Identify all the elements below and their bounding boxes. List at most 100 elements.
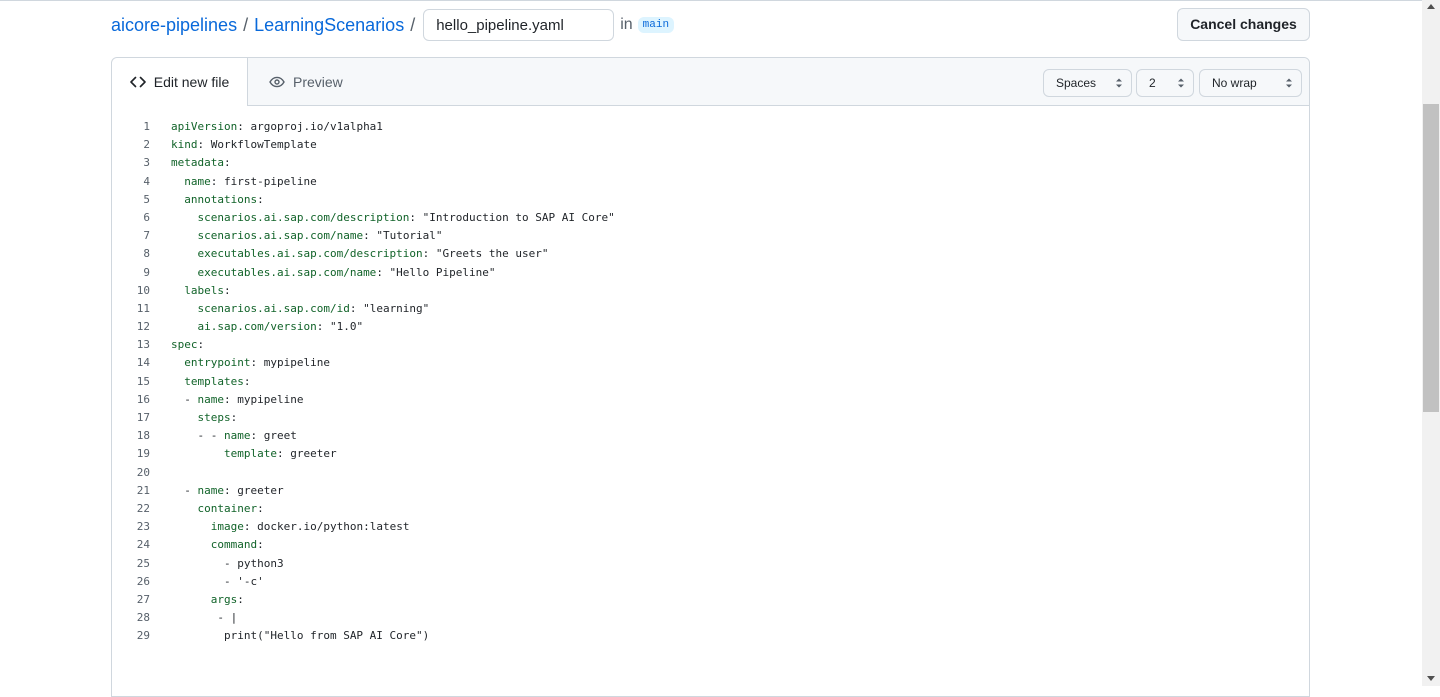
line-number: 4 [143, 174, 150, 188]
eye-icon [269, 74, 285, 90]
yaml-key: args [210, 592, 238, 606]
code-line[interactable]: 26 - '-c' [112, 573, 1309, 591]
line-number: 13 [136, 338, 150, 352]
yaml-value: : [257, 501, 264, 515]
line-number: 23 [136, 520, 150, 534]
yaml-value: : argoproj.io/v1alpha1 [237, 120, 383, 133]
indent-size-select[interactable]: 2 [1136, 69, 1194, 97]
code-line[interactable]: 5 annotations: [112, 191, 1309, 209]
code-line[interactable]: 4 name: first-pipeline [112, 173, 1309, 191]
yaml-value: : mypipeline [224, 392, 304, 406]
line-number: 21 [136, 483, 150, 497]
scrollbar-thumb[interactable] [1423, 104, 1439, 412]
code-text: args: [171, 591, 244, 609]
yaml-value: : [237, 592, 244, 606]
code-line[interactable]: 18 - - name: greet [112, 427, 1309, 445]
yaml-key: template [223, 447, 277, 461]
line-number: 10 [136, 283, 150, 297]
yaml-value: : "learning" [349, 301, 430, 315]
code-line[interactable]: 17 steps: [112, 409, 1309, 427]
editor-header: Edit new file Preview Spaces 2 No wrap [112, 58, 1309, 106]
breadcrumb-folder-link[interactable]: LearningScenarios [254, 15, 404, 36]
scroll-up-arrow-icon[interactable] [1427, 4, 1435, 9]
code-line[interactable]: 1 apiVersion: argoproj.io/v1alpha1 [112, 118, 1309, 136]
tab-edit-new-file[interactable]: Edit new file [112, 58, 248, 106]
yaml-key: name [197, 483, 225, 497]
breadcrumb-repo-link[interactable]: aicore-pipelines [111, 15, 237, 36]
code-text: scenarios.ai.sap.com/description: "Intro… [171, 209, 615, 227]
code-line[interactable]: 14 entrypoint: mypipeline [112, 354, 1309, 372]
yaml-value: - | [217, 611, 238, 625]
yaml-key: image [210, 520, 244, 534]
tab-preview-label: Preview [293, 73, 343, 90]
tab-preview[interactable]: Preview [269, 58, 343, 105]
yaml-key: executables.ai.sap.com/description [197, 247, 423, 261]
code-line[interactable]: 11 scenarios.ai.sap.com/id: "learning" [112, 300, 1309, 318]
code-text: image: docker.io/python:latest [171, 518, 410, 536]
cancel-changes-button[interactable]: Cancel changes [1177, 8, 1310, 41]
code-line[interactable]: 13 spec: [112, 336, 1309, 354]
line-number: 7 [143, 229, 150, 243]
code-line[interactable]: 10 labels: [112, 282, 1309, 300]
code-editor[interactable]: 1 apiVersion: argoproj.io/v1alpha1 2 kind: … [112, 106, 1309, 645]
indent-mode-select[interactable]: Spaces [1043, 69, 1132, 97]
line-number: 25 [136, 556, 150, 570]
code-text: spec: [171, 336, 204, 354]
yaml-key: executables.ai.sap.com/name [197, 265, 377, 279]
code-line[interactable]: 28 - | [112, 609, 1309, 627]
indent-mode-value: Spaces [1056, 76, 1097, 90]
yaml-value: : [224, 283, 231, 297]
yaml-key: container [197, 501, 258, 515]
code-line[interactable]: 7 scenarios.ai.sap.com/name: "Tutorial" [112, 227, 1309, 245]
code-text: - python3 [171, 555, 284, 573]
yaml-value: : docker.io/python:latest [243, 520, 410, 534]
filename-input[interactable] [423, 9, 615, 41]
code-line[interactable]: 25 - python3 [112, 555, 1309, 573]
code-text: container: [171, 500, 264, 518]
code-line[interactable]: 8 executables.ai.sap.com/description: "G… [112, 245, 1309, 263]
wrap-mode-select[interactable]: No wrap [1199, 69, 1302, 97]
code-line[interactable]: 22 container: [112, 500, 1309, 518]
code-line[interactable]: 2 kind: WorkflowTemplate [112, 136, 1309, 154]
wrap-mode-value: No wrap [1212, 76, 1257, 90]
branch-prefix-text: in [620, 16, 633, 33]
yaml-key: steps [197, 411, 231, 424]
code-text: annotations: [171, 191, 264, 209]
code-line[interactable]: 15 templates: [112, 373, 1309, 391]
code-text: executables.ai.sap.com/description: "Gre… [171, 245, 549, 263]
code-line[interactable]: 9 executables.ai.sap.com/name: "Hello Pi… [112, 264, 1309, 282]
yaml-value: : greeter [224, 483, 284, 497]
code-line[interactable]: 19 template: greeter [112, 445, 1309, 463]
code-line[interactable]: 23 image: docker.io/python:latest [112, 518, 1309, 536]
yaml-value: : [257, 192, 264, 206]
code-line[interactable]: 20 [112, 464, 1309, 482]
code-text: entrypoint: mypipeline [171, 354, 330, 372]
yaml-key: labels [184, 283, 224, 297]
code-text: ai.sap.com/version: "1.0" [171, 318, 364, 336]
code-line[interactable]: 29 print("Hello from SAP AI Core") [112, 627, 1309, 645]
code-line[interactable]: 27 args: [112, 591, 1309, 609]
top-divider [0, 0, 1422, 1]
yaml-value: : mypipeline [250, 356, 330, 370]
line-number: 6 [143, 210, 150, 224]
line-number: 5 [143, 192, 150, 206]
code-line[interactable]: 21 - name: greeter [112, 482, 1309, 500]
code-indent: - [171, 483, 198, 497]
code-line[interactable]: 16 - name: mypipeline [112, 391, 1309, 409]
breadcrumb-separator: / [243, 14, 249, 35]
scroll-down-arrow-icon[interactable] [1427, 676, 1435, 681]
code-line[interactable]: 3 metadata: [112, 154, 1309, 172]
code-line[interactable]: 12 ai.sap.com/version: "1.0" [112, 318, 1309, 336]
code-text: template: greeter [171, 445, 337, 463]
code-text: - name: greeter [171, 482, 284, 500]
code-line[interactable]: 24 command: [112, 536, 1309, 554]
code-text: labels: [171, 282, 231, 300]
code-line[interactable]: 6 scenarios.ai.sap.com/description: "Int… [112, 209, 1309, 227]
